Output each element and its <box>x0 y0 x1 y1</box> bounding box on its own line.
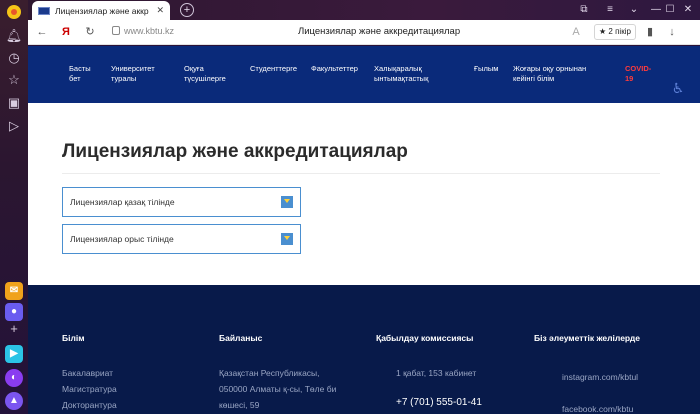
main-content: Лицензиялар және аккредитациялар Лицензи… <box>28 103 700 285</box>
title-bar: Лицензиялар және аккр ✕ + ⧉ ≡ ⌄ — ☐ ✕ <box>28 0 700 20</box>
footer-link-doctorate[interactable]: Докторантура <box>62 397 117 413</box>
nav-item-home[interactable]: Басты бет <box>69 64 91 84</box>
accessibility-icon[interactable]: ♿︎ <box>670 80 686 96</box>
footer-link-master[interactable]: Магистратура <box>62 381 117 397</box>
footer-link-bachelor[interactable]: Бакалавриат <box>62 365 113 381</box>
footer-address-line: 050000 Алматы қ-сы, Төле би <box>219 384 337 394</box>
close-tab-icon[interactable]: ✕ <box>156 5 164 16</box>
footer-link-instagram[interactable]: instagram.com/kbtul <box>562 369 638 385</box>
browser-tab[interactable]: Лицензиялар және аккр ✕ <box>32 1 170 20</box>
yandex-search-icon[interactable]: Я <box>58 24 74 40</box>
nav-item-applicants[interactable]: Оқуға түсушілерге <box>184 64 226 84</box>
video-app-icon[interactable]: ▶ <box>5 345 23 363</box>
nav-item-science[interactable]: Ғылым <box>474 64 498 74</box>
bookmark-icon[interactable]: ▮ <box>642 24 658 40</box>
assistant-app-icon[interactable]: ▲ <box>5 392 23 410</box>
mail-app-icon[interactable]: ✉ <box>5 282 23 300</box>
nav-item-covid[interactable]: COVID- 19 <box>625 64 651 84</box>
footer-contact-title: Байланыс <box>219 333 263 343</box>
site-navigation: Басты бет Университет туралы Оқуға түсуш… <box>28 46 700 103</box>
reviews-label: 2 пікір <box>608 27 631 36</box>
collections-icon[interactable]: ▣ <box>4 93 24 113</box>
footer-social-title: Біз әлеуметтік желілерде <box>534 333 641 343</box>
expand-icon[interactable] <box>281 196 293 208</box>
browser-sidebar: 🔔︎ ◷ ☆ ▣ ▷ ✉ ● + ▶ ◐ ▲ <box>0 0 28 414</box>
new-tab-button[interactable]: + <box>180 3 194 17</box>
license-kazakh-item[interactable]: Лицензиялар қазақ тілінде <box>62 187 301 217</box>
bell-icon[interactable]: 🔔︎ <box>4 26 24 46</box>
page-heading: Лицензиялар және аккредитациялар <box>62 141 408 162</box>
nav-item-postgraduate[interactable]: Жоғары оқу орнынан кейінгі білім <box>513 64 586 84</box>
favicon-icon <box>38 6 50 15</box>
expand-icon[interactable] <box>281 233 293 245</box>
tabs-icon[interactable]: ⧉ <box>576 2 592 18</box>
lock-icon <box>112 26 120 35</box>
footer-admission-phone[interactable]: +7 (701) 555-01-41 <box>396 395 482 411</box>
page-title: Лицензиялар және аккредитациялар <box>298 26 461 37</box>
close-window-icon[interactable]: ✕ <box>680 2 696 18</box>
address-bar: ← Я ↻ www.kbtu.kz Лицензиялар және аккре… <box>28 20 700 45</box>
maximize-icon[interactable]: ☐ <box>662 2 678 18</box>
divider <box>62 173 660 174</box>
tab-title: Лицензиялар және аккр <box>55 5 149 16</box>
nav-item-university[interactable]: Университет туралы <box>111 64 155 84</box>
footer-address-line: көшесі, 59 <box>219 400 260 410</box>
clock-icon[interactable]: ◷ <box>4 48 24 68</box>
nav-item-faculties[interactable]: Факультеттер <box>311 64 358 74</box>
license-kazakh-label: Лицензиялар қазақ тілінде <box>70 197 175 207</box>
back-icon[interactable]: ← <box>34 24 50 40</box>
url-text[interactable]: www.kbtu.kz <box>124 26 174 36</box>
add-icon[interactable]: + <box>4 319 24 339</box>
download-icon[interactable]: ⌄ <box>626 2 642 18</box>
footer-link-facebook[interactable]: facebook.com/kbtu <box>562 401 633 414</box>
reload-icon[interactable]: ↻ <box>82 24 98 40</box>
footer-education-title: Білім <box>62 333 85 343</box>
license-russian-item[interactable]: Лицензиялар орыс тілінде <box>62 224 301 254</box>
reviews-button[interactable]: ★ 2 пікір <box>594 24 636 40</box>
play-icon[interactable]: ▷ <box>4 116 24 136</box>
translate-icon[interactable]: A <box>568 24 584 40</box>
footer-admission-title: Қабылдау комиссиясы <box>376 333 474 343</box>
download-icon[interactable]: ↓ <box>664 24 680 40</box>
yandex-logo-icon[interactable] <box>4 4 24 24</box>
star-icon: ★ <box>599 27 607 36</box>
site-footer: Білім Бакалавриат Магистратура Докторант… <box>28 285 700 414</box>
footer-admission-room: 1 қабат, 153 кабинет <box>396 368 477 378</box>
license-russian-label: Лицензиялар орыс тілінде <box>70 234 174 244</box>
nav-item-students[interactable]: Студенттерге <box>250 64 297 74</box>
star-icon[interactable]: ☆ <box>4 70 24 90</box>
footer-address-line: Қазақстан Республикасы, <box>219 368 320 378</box>
menu-icon[interactable]: ≡ <box>602 2 618 18</box>
alice-app-icon[interactable]: ◐ <box>5 369 23 387</box>
nav-item-international[interactable]: Халықаралық ынтымақтастық <box>374 64 428 84</box>
